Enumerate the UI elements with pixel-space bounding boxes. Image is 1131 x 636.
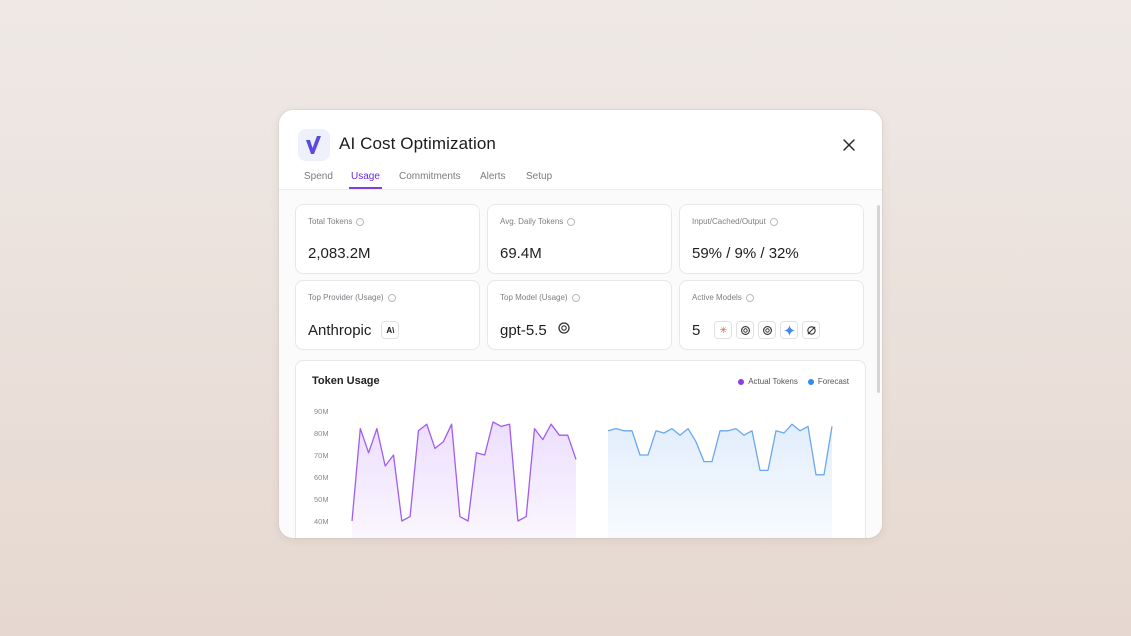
y-tick-label: 70M (314, 451, 329, 460)
openai-icon (557, 321, 571, 339)
token-usage-chart-card: Token Usage Actual Tokens Forecast 90M 8… (295, 360, 866, 538)
metric-value: 5 (692, 321, 701, 339)
metric-card-input-cached-output: Input/Cached/Output 59% / 9% / 32% (679, 204, 864, 274)
metric-label: Input/Cached/Output (692, 217, 766, 226)
metric-value: 69.4M (500, 245, 542, 262)
claude-icon: ✳ (714, 321, 733, 339)
dialog-header: AI Cost Optimization Spend Usage Commitm… (279, 110, 882, 190)
metric-label: Top Provider (Usage) (308, 293, 384, 302)
token-usage-chart: 90M 80M 70M 60M 50M 40M (314, 407, 833, 538)
metric-value: 2,083.2M (308, 245, 371, 262)
tab-setup[interactable]: Setup (526, 171, 552, 189)
metric-card-total-tokens: Total Tokens 2,083.2M (295, 204, 480, 274)
metric-value: gpt-5.5 (500, 321, 547, 339)
ai-cost-optimization-dialog: AI Cost Optimization Spend Usage Commitm… (279, 110, 882, 538)
tab-usage[interactable]: Usage (349, 171, 382, 189)
active-models-icons: ✳ (714, 321, 821, 339)
y-tick-label: 50M (314, 495, 329, 504)
scrollbar[interactable] (877, 205, 880, 393)
y-tick-label: 80M (314, 429, 329, 438)
metric-card-top-model: Top Model (Usage) gpt-5.5 (487, 280, 672, 350)
metric-value: Anthropic (308, 321, 372, 339)
metric-label: Total Tokens (308, 217, 353, 226)
openai-icon (736, 321, 755, 339)
metric-value: 59% / 9% / 32% (692, 245, 799, 262)
metric-card-active-models: Active Models 5 ✳ (679, 280, 864, 350)
y-tick-label: 90M (314, 407, 329, 416)
info-icon[interactable] (745, 293, 754, 302)
metric-card-top-provider: Top Provider (Usage) Anthropic A\ (295, 280, 480, 350)
tab-alerts[interactable]: Alerts (480, 171, 506, 189)
metric-label: Avg. Daily Tokens (500, 217, 564, 226)
tab-bar: Spend Usage Commitments Alerts Setup (279, 168, 882, 190)
info-icon[interactable] (387, 293, 396, 302)
metric-label: Active Models (692, 293, 742, 302)
tab-spend[interactable]: Spend (304, 171, 333, 189)
info-icon[interactable] (567, 217, 576, 226)
info-icon[interactable] (769, 217, 778, 226)
y-tick-label: 60M (314, 473, 329, 482)
series-area-1 (608, 424, 832, 538)
close-icon[interactable] (840, 136, 858, 154)
anthropic-icon: A\ (381, 321, 400, 339)
openai-icon (758, 321, 777, 339)
dialog-title: AI Cost Optimization (339, 134, 496, 153)
tab-commitments[interactable]: Commitments (399, 171, 461, 189)
metric-card-avg-daily-tokens: Avg. Daily Tokens 69.4M (487, 204, 672, 274)
info-icon[interactable] (571, 293, 580, 302)
info-icon[interactable] (356, 217, 365, 226)
metric-label: Top Model (Usage) (500, 293, 568, 302)
vantage-v-logo-icon (298, 129, 330, 161)
y-tick-label: 40M (314, 517, 329, 526)
grok-icon (802, 321, 821, 339)
gemini-icon (780, 321, 799, 339)
